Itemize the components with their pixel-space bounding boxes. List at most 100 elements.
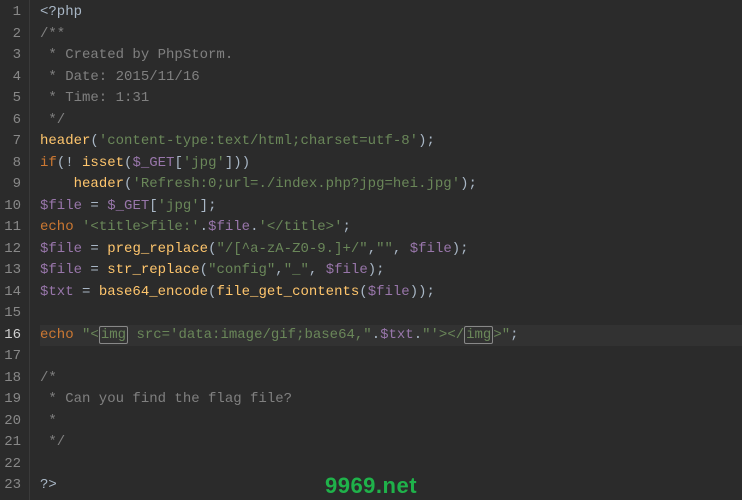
code-token: header (74, 176, 124, 192)
line-number: 4 (4, 67, 21, 89)
code-token: "" (376, 241, 393, 257)
code-token: ); (418, 133, 435, 149)
code-token: = (82, 262, 107, 278)
code-line[interactable]: $txt = base64_encode(file_get_contents($… (40, 282, 742, 304)
code-line[interactable]: */ (40, 110, 742, 132)
code-token: $txt (380, 327, 414, 343)
code-token: , (309, 262, 326, 278)
code-token: ( (90, 133, 98, 149)
code-line[interactable] (40, 346, 742, 368)
code-token: $_GET (107, 198, 149, 214)
code-token: "config" (208, 262, 275, 278)
code-token: $file (40, 198, 82, 214)
code-line[interactable]: /* (40, 368, 742, 390)
code-line[interactable]: * Can you find the flag file? (40, 389, 742, 411)
code-token: '<title>file:' (82, 219, 200, 235)
code-token: * Created by PhpStorm. (40, 47, 233, 63)
code-token: "_" (284, 262, 309, 278)
code-line[interactable]: /** (40, 24, 742, 46)
code-token: * (40, 413, 57, 429)
code-line[interactable]: * Time: 1:31 (40, 88, 742, 110)
line-number-gutter: 1234567891011121314151617181920212223 (0, 0, 30, 500)
code-token (74, 327, 82, 343)
code-token: img (99, 326, 128, 344)
code-token: "/[^a-zA-Z0-9.]+/" (216, 241, 367, 257)
code-token: /* (40, 370, 57, 386)
code-token: */ (40, 434, 65, 450)
code-token: img (464, 326, 493, 344)
code-token: src='data:image/gif;base64," (128, 327, 372, 343)
code-token: ?> (40, 477, 57, 493)
code-line[interactable] (40, 303, 742, 325)
code-token (74, 219, 82, 235)
code-line[interactable]: * Created by PhpStorm. (40, 45, 742, 67)
code-token: isset (82, 155, 124, 171)
line-number: 3 (4, 45, 21, 67)
code-token: $file (410, 241, 452, 257)
line-number: 16 (4, 325, 21, 347)
code-editor[interactable]: 1234567891011121314151617181920212223 <?… (0, 0, 742, 500)
code-token: file_get_contents (216, 284, 359, 300)
code-token (40, 176, 74, 192)
code-token: base64_encode (99, 284, 208, 300)
code-token: /** (40, 26, 65, 42)
code-line[interactable] (40, 454, 742, 476)
code-token: ; (510, 327, 518, 343)
code-line[interactable]: */ (40, 432, 742, 454)
code-token: 'content-type:text/html;charset=utf-8' (99, 133, 418, 149)
code-token: $txt (40, 284, 74, 300)
code-token: $file (40, 262, 82, 278)
code-token: . (414, 327, 422, 343)
code-token: * Time: 1:31 (40, 90, 149, 106)
code-token: . (372, 327, 380, 343)
code-token: 'jpg' (158, 198, 200, 214)
line-number: 12 (4, 239, 21, 261)
code-line[interactable]: echo '<title>file:'.$file.'</title>'; (40, 217, 742, 239)
code-token: ; (342, 219, 350, 235)
code-line[interactable]: * Date: 2015/11/16 (40, 67, 742, 89)
code-token: echo (40, 219, 74, 235)
code-token: <?php (40, 4, 82, 20)
code-token: header (40, 133, 90, 149)
code-token: ( (200, 262, 208, 278)
line-number: 7 (4, 131, 21, 153)
code-line[interactable]: $file = $_GET['jpg']; (40, 196, 742, 218)
code-line[interactable]: header('Refresh:0;url=./index.php?jpg=he… (40, 174, 742, 196)
code-token: 'jpg' (183, 155, 225, 171)
code-line[interactable]: header('content-type:text/html;charset=u… (40, 131, 742, 153)
line-number: 21 (4, 432, 21, 454)
line-number: 14 (4, 282, 21, 304)
line-number: 22 (4, 454, 21, 476)
code-line[interactable]: ?> (40, 475, 742, 497)
code-token: "< (82, 327, 99, 343)
line-number: 9 (4, 174, 21, 196)
line-number: 11 (4, 217, 21, 239)
code-line[interactable]: if(! isset($_GET['jpg'])) (40, 153, 742, 175)
code-token: echo (40, 327, 74, 343)
line-number: 10 (4, 196, 21, 218)
code-token: preg_replace (107, 241, 208, 257)
code-token: $file (40, 241, 82, 257)
code-token: , (368, 241, 376, 257)
code-token: */ (40, 112, 65, 128)
code-line[interactable]: * (40, 411, 742, 433)
code-token: '</title>' (258, 219, 342, 235)
code-token: $file (326, 262, 368, 278)
code-token: * Date: 2015/11/16 (40, 69, 200, 85)
line-number: 5 (4, 88, 21, 110)
code-line[interactable]: <?php (40, 2, 742, 24)
line-number: 23 (4, 475, 21, 497)
code-token: ])) (225, 155, 250, 171)
code-token: ( (359, 284, 367, 300)
code-token: = (82, 241, 107, 257)
code-line[interactable]: $file = preg_replace("/[^a-zA-Z0-9.]+/",… (40, 239, 742, 261)
code-token: ); (368, 262, 385, 278)
code-token: $file (208, 219, 250, 235)
code-token: (! (57, 155, 82, 171)
code-line[interactable]: echo "<img src='data:image/gif;base64,".… (40, 325, 742, 347)
line-number: 13 (4, 260, 21, 282)
line-number: 1 (4, 2, 21, 24)
code-line[interactable]: $file = str_replace("config","_", $file)… (40, 260, 742, 282)
code-content[interactable]: <?php/** * Created by PhpStorm. * Date: … (30, 0, 742, 500)
code-token: str_replace (107, 262, 199, 278)
